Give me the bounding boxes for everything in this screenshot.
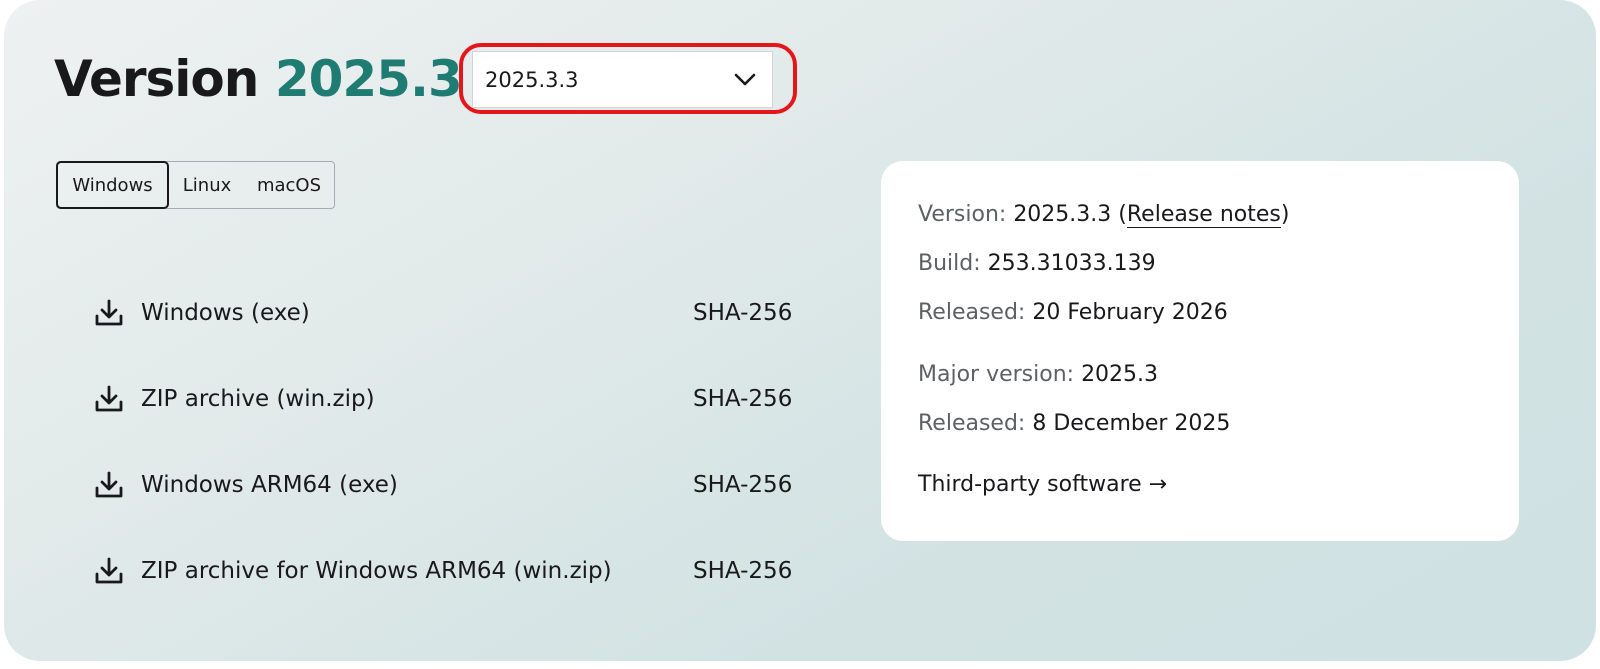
download-label: ZIP archive for Windows ARM64 (win.zip) xyxy=(141,558,612,584)
download-icon xyxy=(95,471,123,498)
download-row: Windows (exe) SHA-256 xyxy=(94,270,804,356)
version-label: Version: xyxy=(918,202,1007,227)
title-prefix: Version xyxy=(54,50,259,108)
version-info-panel: Version: 2025.3.3 (Release notes) Build:… xyxy=(881,161,1519,541)
arrow-right-icon: → xyxy=(1148,472,1168,497)
tab-windows[interactable]: Windows xyxy=(56,161,169,209)
version-select-value: 2025.3.3 xyxy=(485,67,579,92)
build-label: Build: xyxy=(918,251,981,276)
sha256-link[interactable]: SHA-256 xyxy=(693,558,792,584)
third-party-label: Third-party software xyxy=(918,472,1142,497)
version-select[interactable]: 2025.3.3 xyxy=(472,51,773,108)
download-link-arm64-exe[interactable]: Windows ARM64 (exe) xyxy=(94,470,398,500)
major-version-label: Major version: xyxy=(918,362,1075,387)
released-label: Released: xyxy=(918,300,1026,325)
info-major-released: Released: 8 December 2025 xyxy=(918,411,1230,436)
tab-macos[interactable]: macOS xyxy=(245,162,333,208)
released-value: 20 February 2026 xyxy=(1032,300,1228,325)
download-link-arm64-zip[interactable]: ZIP archive for Windows ARM64 (win.zip) xyxy=(94,556,612,586)
tab-linux[interactable]: Linux xyxy=(169,162,245,208)
sha256-link[interactable]: SHA-256 xyxy=(693,386,792,412)
title-version: 2025.3 xyxy=(274,50,463,108)
chevron-down-icon xyxy=(734,73,756,85)
download-row: Windows ARM64 (exe) SHA-256 xyxy=(94,442,804,528)
download-row: ZIP archive for Windows ARM64 (win.zip) … xyxy=(94,528,804,614)
download-row: ZIP archive (win.zip) SHA-256 xyxy=(94,356,804,442)
version-value: 2025.3.3 xyxy=(1013,202,1112,227)
release-notes-link[interactable]: Release notes xyxy=(1126,202,1281,228)
build-value: 253.31033.139 xyxy=(987,251,1156,276)
download-label: ZIP archive (win.zip) xyxy=(141,386,375,412)
sha256-link[interactable]: SHA-256 xyxy=(693,472,792,498)
download-card: Version 2025.3 2025.3.3 Windows Linux ma… xyxy=(4,0,1596,661)
major-released-value: 8 December 2025 xyxy=(1032,411,1231,436)
os-tabs: Windows Linux macOS xyxy=(56,161,335,209)
info-released: Released: 20 February 2026 xyxy=(918,300,1228,325)
download-list: Windows (exe) SHA-256 ZIP archive (win.z… xyxy=(94,270,804,614)
download-link-win-zip[interactable]: ZIP archive (win.zip) xyxy=(94,384,375,414)
major-version-value: 2025.3 xyxy=(1081,362,1159,387)
download-icon xyxy=(95,299,123,326)
download-link-windows-exe[interactable]: Windows (exe) xyxy=(94,298,310,328)
page-title: Version 2025.3 xyxy=(54,44,463,114)
info-version: Version: 2025.3.3 (Release notes) xyxy=(918,202,1290,228)
info-major-version: Major version: 2025.3 xyxy=(918,362,1158,387)
third-party-software-link[interactable]: Third-party software → xyxy=(918,472,1167,497)
release-notes-open: ( xyxy=(1118,202,1127,227)
info-build: Build: 253.31033.139 xyxy=(918,251,1156,276)
major-released-label: Released: xyxy=(918,411,1026,436)
sha256-link[interactable]: SHA-256 xyxy=(693,300,792,326)
download-label: Windows ARM64 (exe) xyxy=(141,472,398,498)
download-icon xyxy=(95,385,123,412)
download-label: Windows (exe) xyxy=(141,300,310,326)
download-icon xyxy=(95,557,123,584)
release-notes-close: ) xyxy=(1280,202,1290,227)
